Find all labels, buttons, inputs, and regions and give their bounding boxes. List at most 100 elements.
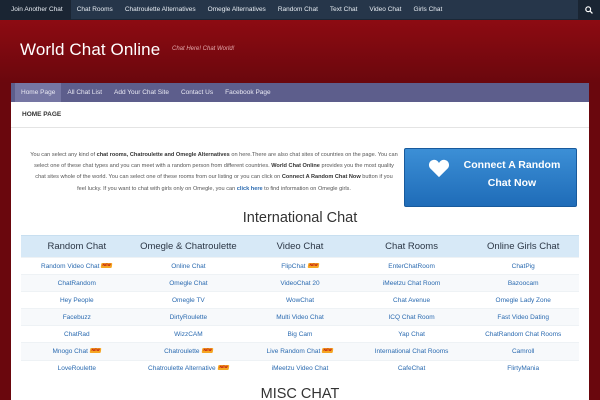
site-tagline: Chat Here! Chat World! <box>172 46 235 52</box>
menu-all-chat-list[interactable]: All Chat List <box>61 83 108 102</box>
chat-link-loveroulette[interactable]: LoveRoulette <box>58 365 96 372</box>
chat-link-enterchatroom[interactable]: EnterChatRoom <box>388 263 435 270</box>
table-cell: Omegle Chat <box>132 274 245 292</box>
chat-link-omegle-chat[interactable]: Omegle Chat <box>169 280 207 287</box>
menu-contact-us[interactable]: Contact Us <box>175 83 219 102</box>
chat-link-live-random-chat[interactable]: Live Random Chat <box>266 348 320 355</box>
table-cell: Multi Video Chat <box>244 308 356 326</box>
chat-link-big-cam[interactable]: Big Cam <box>288 331 313 338</box>
table-cell: International Chat Rooms <box>355 342 468 361</box>
table-cell: ChatRad <box>21 325 133 343</box>
chat-link-online-chat[interactable]: Online Chat <box>171 263 205 270</box>
chat-link-flirtymania[interactable]: FlirtyMania <box>507 365 539 372</box>
chat-link-fast-video-dating[interactable]: Fast Video Dating <box>497 314 549 321</box>
table-cell: ChatRandom <box>21 274 133 292</box>
new-badge: NEW <box>89 348 102 354</box>
chat-link-random-video-chat[interactable]: Random Video Chat <box>41 263 99 270</box>
chat-link-chatroulette[interactable]: Chatroulette <box>164 348 199 355</box>
chat-link-mnogo-chat[interactable]: Mnogo Chat <box>53 348 88 355</box>
intro-bold-text: Connect A Random Chat Now <box>281 174 361 181</box>
connect-random-chat-button[interactable]: Connect A Random Chat Now <box>404 148 577 207</box>
chat-link-icq-chat-room[interactable]: ICQ Chat Room <box>388 314 434 321</box>
table-cell: Live Random Chat NEW <box>244 342 356 361</box>
table-cell: DirtyRoulette <box>132 308 245 326</box>
table-row: Mnogo Chat NEW Chatroulette NEW Live Random … <box>21 342 579 361</box>
topnav-chat-rooms[interactable]: Chat Rooms <box>71 0 119 20</box>
topnav-video-chat[interactable]: Video Chat <box>363 0 407 20</box>
table-cell: Hey People <box>21 291 133 309</box>
chat-link-chatrandom[interactable]: ChatRandom <box>58 280 96 287</box>
chat-link-hey-people[interactable]: Hey People <box>60 297 94 304</box>
chat-link-facebuzz[interactable]: Facebuzz <box>63 314 91 321</box>
table-cell: ICQ Chat Room <box>355 308 468 326</box>
chat-link-omegle-lady-zone[interactable]: Omegle Lady Zone <box>496 297 551 304</box>
cta-label-line1: Connect A Random <box>463 159 561 171</box>
column-header-random-chat: Random Chat <box>21 235 133 258</box>
table-cell: ChatRandom Chat Rooms <box>467 325 579 343</box>
topnav-omegle-alternatives[interactable]: Omegle Alternatives <box>202 0 272 20</box>
column-header-chat-rooms: Chat Rooms <box>355 235 468 258</box>
menu-facebook-page[interactable]: Facebook Page <box>219 83 277 102</box>
topnav-random-chat[interactable]: Random Chat <box>272 0 324 20</box>
topnav-join-another-chat[interactable]: Join Another Chat <box>0 0 71 20</box>
table-row: ChatRad WizzCAM Big Cam Yap Chat ChatRandom … <box>21 325 579 343</box>
table-cell: Chatroulette NEW <box>132 342 245 361</box>
chat-link-wizzcam[interactable]: WizzCAM <box>174 331 203 338</box>
chat-link-omegle-tv[interactable]: Omegle TV <box>172 297 205 304</box>
table-cell: Chat Avenue <box>355 291 468 309</box>
table-cell: Camroll <box>467 342 579 361</box>
table-row: Hey People Omegle TV WowChat Chat Avenue Ome… <box>21 291 579 309</box>
table-cell: FlipChat NEW <box>244 256 356 275</box>
main-menu: Home Page All Chat List Add Your Chat Site… <box>11 83 589 102</box>
table-row: Random Video Chat NEW Online Chat FlipChat N… <box>21 256 579 275</box>
topnav-chatroulette-alternatives[interactable]: Chatroulette Alternatives <box>119 0 202 20</box>
table-cell: Yap Chat <box>355 325 468 343</box>
international-chat-heading: International Chat <box>242 210 358 226</box>
table-cell: Chatroulette Alternative NEW <box>132 359 245 378</box>
chat-link-camroll[interactable]: Camroll <box>512 348 534 355</box>
chat-link-imeetzu-video-chat[interactable]: iMeetzu Video Chat <box>272 365 329 372</box>
chat-link-bazoocam[interactable]: Bazoocam <box>508 280 539 287</box>
chat-link-yap-chat[interactable]: Yap Chat <box>398 331 425 338</box>
intro-bold-text: World Chat Online <box>271 163 320 170</box>
chat-link-chat-avenue[interactable]: Chat Avenue <box>393 297 430 304</box>
chat-link-chatpig[interactable]: ChatPig <box>512 263 535 270</box>
menu-add-your-chat-site[interactable]: Add Your Chat Site <box>108 83 175 102</box>
table-cell: iMeetzu Chat Room <box>355 274 468 292</box>
chat-link-chatrandom-chat-rooms[interactable]: ChatRandom Chat Rooms <box>485 331 561 338</box>
intro-bold-text: chat rooms, Chatroulette and Omegle Alte… <box>96 152 230 158</box>
table-cell: Random Video Chat NEW <box>21 256 133 275</box>
new-badge: NEW <box>217 365 230 371</box>
table-cell: Omegle TV <box>132 291 245 309</box>
column-header-online-girls-chat: Online Girls Chat <box>467 235 579 258</box>
topnav-girls-chat[interactable]: Girls Chat <box>407 0 448 20</box>
chat-link-chatrad[interactable]: ChatRad <box>64 331 90 338</box>
chat-link-flipchat[interactable]: FlipChat <box>281 263 305 270</box>
table-cell: VideoChat 20 <box>244 274 356 292</box>
topnav-text-chat[interactable]: Text Chat <box>324 0 363 20</box>
table-cell: WowChat <box>244 291 356 309</box>
chat-link-videochat-20[interactable]: VideoChat 20 <box>280 280 319 287</box>
chat-link-imeetzu-chat-room[interactable]: iMeetzu Chat Room <box>383 280 440 287</box>
chat-link-cafechat[interactable]: CafeChat <box>398 365 425 372</box>
chat-link-multi-video-chat[interactable]: Multi Video Chat <box>276 314 324 321</box>
chat-link-international-chat-rooms[interactable]: International Chat Rooms <box>375 348 449 355</box>
table-cell: EnterChatRoom <box>355 256 468 275</box>
table-cell: ChatPig <box>467 256 579 275</box>
site-title[interactable]: World Chat Online <box>20 40 160 60</box>
chat-link-dirtyroulette[interactable]: DirtyRoulette <box>170 314 208 321</box>
table-cell: Big Cam <box>244 325 356 343</box>
table-cell: Mnogo Chat NEW <box>21 342 133 361</box>
new-badge: NEW <box>321 348 334 354</box>
search-button[interactable] <box>578 0 600 20</box>
table-cell: FlirtyMania <box>467 359 579 378</box>
chat-link-chatroulette-alternative[interactable]: Chatroulette Alternative <box>148 365 216 372</box>
omegle-girls-link[interactable]: click here <box>237 186 263 192</box>
menu-home-page[interactable]: Home Page <box>15 83 62 102</box>
breadcrumb: HOME PAGE <box>11 102 589 128</box>
chat-link-wowchat[interactable]: WowChat <box>286 297 314 304</box>
new-badge: NEW <box>201 348 214 354</box>
table-cell: Online Chat <box>132 256 245 275</box>
table-cell: LoveRoulette <box>21 359 133 378</box>
new-badge: NEW <box>307 262 320 268</box>
